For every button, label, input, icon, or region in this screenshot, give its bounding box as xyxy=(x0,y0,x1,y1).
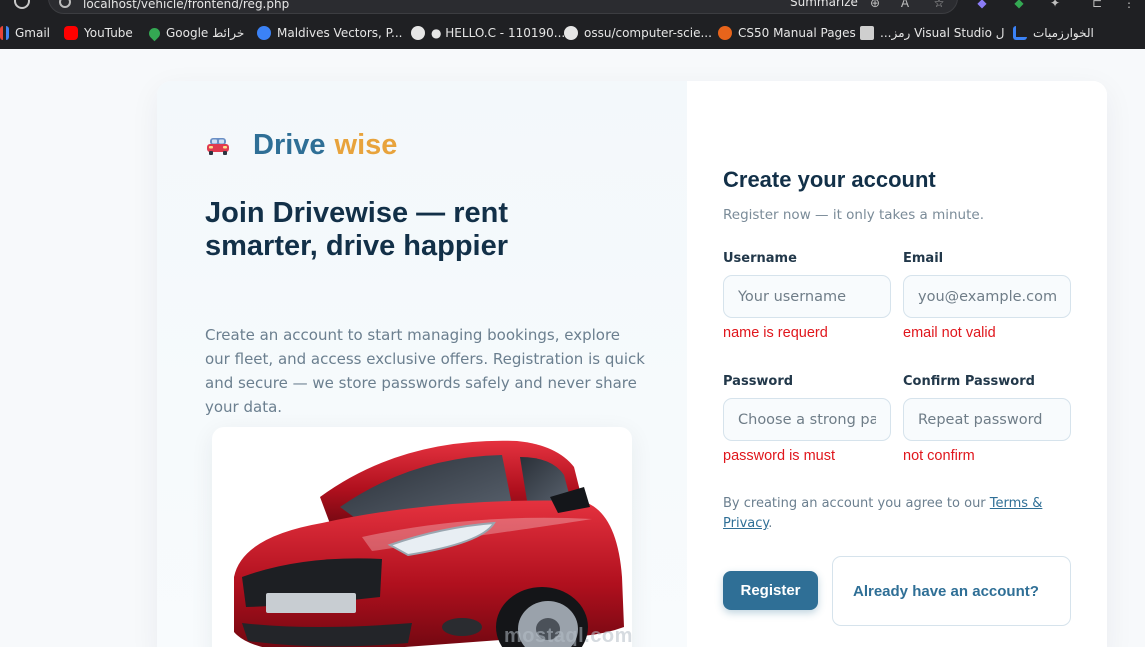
bookmark-hello-c[interactable]: ● HELLO.C - 110190... xyxy=(411,24,565,42)
terms-notice: By creating an account you agree to our … xyxy=(723,494,1063,534)
bookmark-cs50[interactable]: CS50 Manual Pages xyxy=(718,24,856,42)
bookmark-label: Maldives Vectors, P... xyxy=(277,26,403,40)
bookmark-label: ...رمز Visual Studio ل xyxy=(880,26,1005,40)
username-label: Username xyxy=(723,251,797,266)
bookmark-youtube[interactable]: YouTube xyxy=(64,24,133,42)
car-icon xyxy=(205,135,231,157)
page-headline: Join Drivewise — rent smarter, drive hap… xyxy=(205,197,509,262)
intro-panel: Drive wise Join Drivewise — rent smarter… xyxy=(157,81,687,647)
github-icon xyxy=(411,26,425,40)
github-icon xyxy=(564,26,578,40)
extensions-puzzle-icon[interactable]: ✦ xyxy=(1048,0,1062,10)
extension-green-icon[interactable]: ◆ xyxy=(1012,0,1026,10)
email-input[interactable] xyxy=(903,275,1071,318)
intro-paragraph: Create an account to start managing book… xyxy=(205,326,645,416)
algorithms-icon xyxy=(1013,26,1027,40)
register-card: Drive wise Join Drivewise — rent smarter… xyxy=(157,81,1107,647)
side-panel-icon[interactable]: ⊏ xyxy=(1090,0,1104,10)
menu-icon[interactable]: ⋮ xyxy=(1122,0,1136,10)
bookmark-label: CS50 Manual Pages xyxy=(738,26,856,40)
page-viewport: Drive wise Join Drivewise — rent smarter… xyxy=(0,49,1145,647)
confirm-password-error: not confirm xyxy=(903,448,975,464)
ubuntu-icon xyxy=(718,26,732,40)
form-panel: Create your account Register now — it on… xyxy=(687,81,1107,647)
youtube-icon xyxy=(64,26,78,40)
already-have-account-button[interactable]: Already have an account? xyxy=(832,556,1071,626)
bookmark-label: YouTube xyxy=(84,26,133,40)
password-label: Password xyxy=(723,374,794,389)
terms-end: . xyxy=(768,516,773,531)
bookmark-google-maps[interactable]: Google خرائط xyxy=(146,24,245,42)
bookmark-ossu[interactable]: ossu/computer-scie... xyxy=(564,24,712,42)
docs-icon xyxy=(860,26,874,40)
password-error: password is must xyxy=(723,448,836,464)
terms-text: By creating an account you agree to our xyxy=(723,496,986,511)
confirm-password-label: Confirm Password xyxy=(903,374,1035,389)
username-error: name is requerd xyxy=(723,325,828,341)
email-label: Email xyxy=(903,251,944,266)
bookmark-label: Gmail xyxy=(15,26,51,40)
vectors-icon xyxy=(257,26,271,40)
reload-icon[interactable] xyxy=(14,0,30,9)
brand-name-wise: wise xyxy=(334,129,398,161)
extension-icon[interactable]: ◆ xyxy=(975,0,989,10)
register-button[interactable]: Register xyxy=(723,571,818,610)
car-image-card xyxy=(212,427,632,647)
bookmark-maldives-vectors[interactable]: Maldives Vectors, P... xyxy=(257,24,402,42)
brand-logo[interactable]: Drive wise xyxy=(205,129,397,162)
bookmark-label: الخوارزميات xyxy=(1033,26,1094,40)
password-input[interactable] xyxy=(723,398,891,441)
translate-icon[interactable]: ⊕ xyxy=(868,0,882,10)
email-error: email not valid xyxy=(903,325,996,341)
reading-mode-icon[interactable]: A xyxy=(898,0,912,10)
bookmark-label: ● HELLO.C - 110190... xyxy=(431,26,566,40)
bookmark-label: Google خرائط xyxy=(166,26,245,40)
summarize-button[interactable]: Summarize xyxy=(790,0,858,9)
bookmark-visual-studio[interactable]: ...رمز Visual Studio ل xyxy=(860,24,1005,42)
address-url[interactable]: localhost/vehicle/frontend/reg.php xyxy=(83,0,289,11)
form-title: Create your account xyxy=(723,167,936,192)
form-subtitle: Register now — it only takes a minute. xyxy=(723,207,984,223)
bookmark-star-icon[interactable]: ☆ xyxy=(932,0,946,10)
username-input[interactable] xyxy=(723,275,891,318)
maps-pin-icon xyxy=(146,25,163,41)
bookmarks-bar: Gmail YouTube Google خرائط Maldives Vect… xyxy=(0,16,1145,49)
bookmark-gmail[interactable]: Gmail xyxy=(0,24,50,42)
browser-toolbar: localhost/vehicle/frontend/reg.php Summa… xyxy=(0,0,1145,16)
site-info-icon[interactable] xyxy=(59,0,71,8)
confirm-password-input[interactable] xyxy=(903,398,1071,441)
brand-name-drive: Drive xyxy=(253,129,326,161)
red-car-image xyxy=(234,440,624,647)
gmail-icon xyxy=(0,26,9,40)
bookmark-label: ossu/computer-scie... xyxy=(584,26,712,40)
bookmark-algorithms[interactable]: الخوارزميات xyxy=(1013,24,1094,42)
watermark: mostaql.com xyxy=(504,625,633,647)
